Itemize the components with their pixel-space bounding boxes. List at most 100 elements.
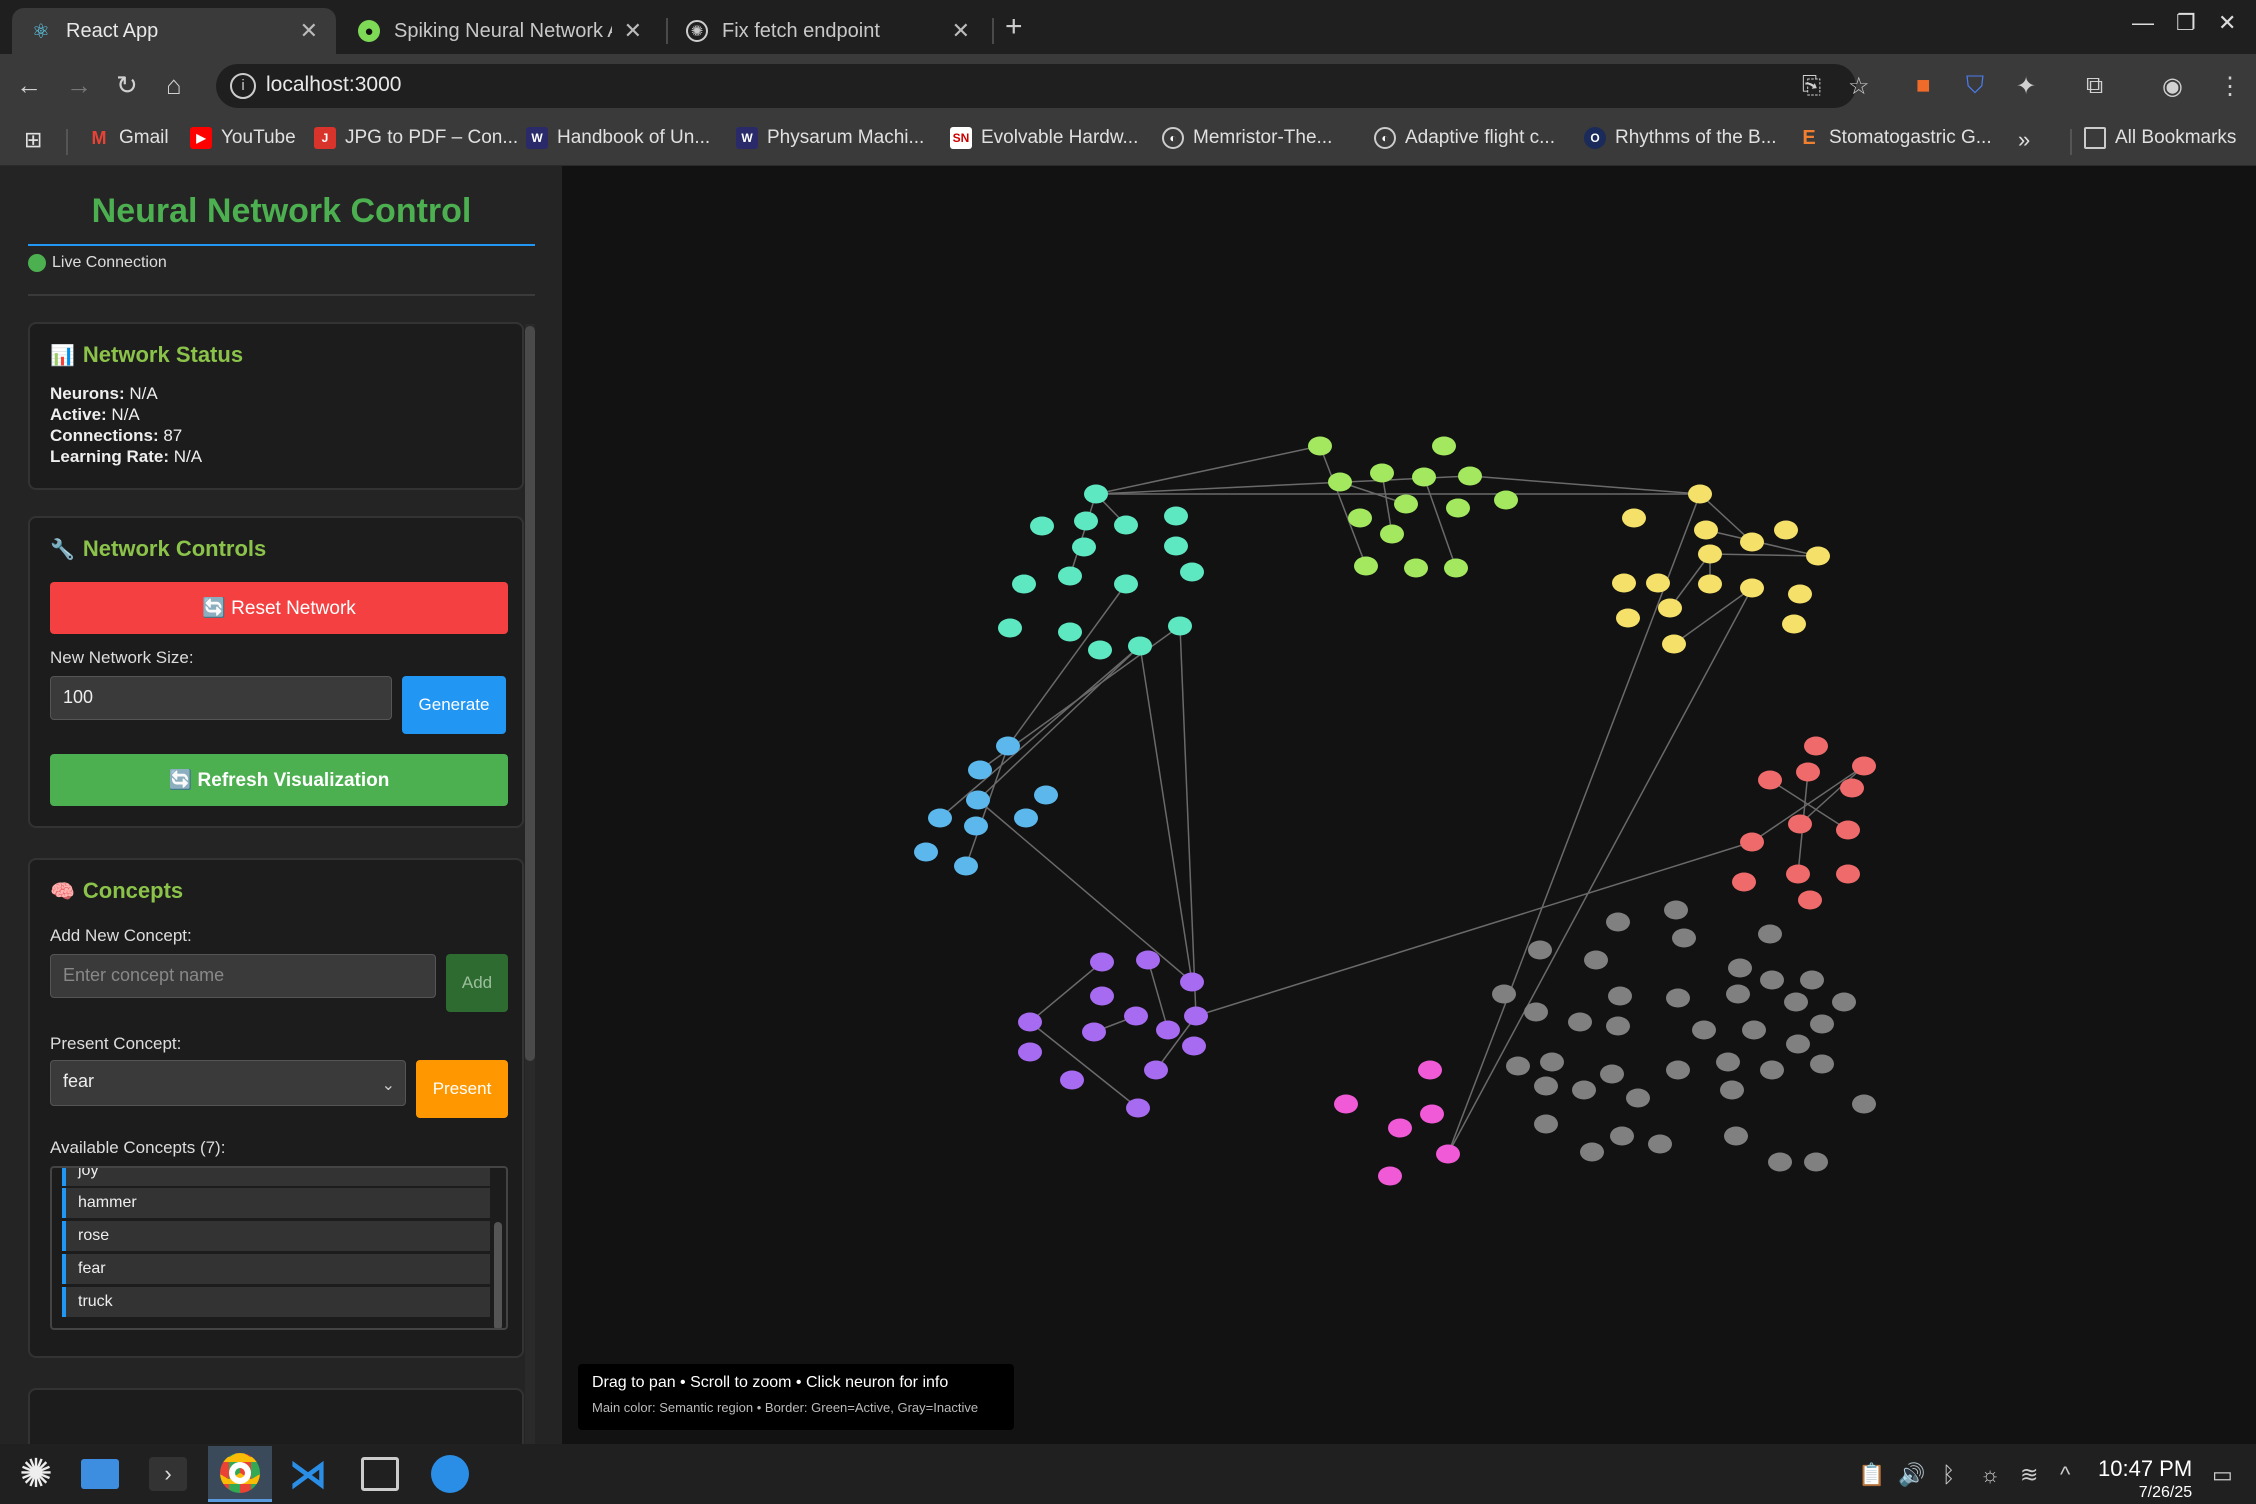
extension-icon[interactable]: ■ xyxy=(1916,72,1931,100)
neuron-red[interactable] xyxy=(1732,872,1756,892)
neuron-blue[interactable] xyxy=(1014,808,1038,828)
new-tab-icon[interactable]: + xyxy=(1005,10,1023,44)
neuron-pink[interactable] xyxy=(1418,1060,1442,1080)
profile-avatar-icon[interactable]: ◉ xyxy=(2162,72,2183,101)
neuron-lime[interactable] xyxy=(1308,436,1332,456)
neuron-purple[interactable] xyxy=(1090,952,1114,972)
extensions-puzzle-icon[interactable]: ✦ xyxy=(2016,72,2036,101)
neuron-gray[interactable] xyxy=(1672,928,1696,948)
neuron-gray[interactable] xyxy=(1726,984,1750,1004)
neuron-gray[interactable] xyxy=(1584,950,1608,970)
neuron-gray[interactable] xyxy=(1664,900,1688,920)
neuron-yellow[interactable] xyxy=(1788,584,1812,604)
neuron-red[interactable] xyxy=(1836,820,1860,840)
neuron-yellow[interactable] xyxy=(1698,574,1722,594)
neuron-gray[interactable] xyxy=(1600,1064,1624,1084)
neuron-lime[interactable] xyxy=(1370,463,1394,483)
neuron-purple[interactable] xyxy=(1082,1022,1106,1042)
neuron-blue[interactable] xyxy=(1034,785,1058,805)
neuron-red[interactable] xyxy=(1786,864,1810,884)
neuron-gray[interactable] xyxy=(1626,1088,1650,1108)
neuron-lime[interactable] xyxy=(1458,466,1482,486)
address-bar[interactable]: i localhost:3000 xyxy=(216,64,1856,108)
neuron-teal[interactable] xyxy=(1114,574,1138,594)
neuron-gray[interactable] xyxy=(1784,992,1808,1012)
browser-app-icon[interactable] xyxy=(418,1446,482,1502)
bookmark-jpg-to-pdf[interactable]: J JPG to PDF – Con... xyxy=(314,127,518,149)
neuron-gray[interactable] xyxy=(1572,1080,1596,1100)
neuron-red[interactable] xyxy=(1758,770,1782,790)
brightness-icon[interactable]: ☼ xyxy=(1980,1462,2000,1488)
neuron-lime[interactable] xyxy=(1328,472,1352,492)
neuron-gray[interactable] xyxy=(1810,1054,1834,1074)
neuron-red[interactable] xyxy=(1798,890,1822,910)
neuron-gray[interactable] xyxy=(1540,1052,1564,1072)
neuron-yellow[interactable] xyxy=(1698,544,1722,564)
restore-icon[interactable]: ❐ xyxy=(2176,10,2196,36)
neuron-gray[interactable] xyxy=(1568,1012,1592,1032)
neuron-teal[interactable] xyxy=(1030,516,1054,536)
neuron-blue[interactable] xyxy=(914,842,938,862)
neuron-gray[interactable] xyxy=(1606,1016,1630,1036)
neuron-red[interactable] xyxy=(1796,762,1820,782)
neuron-gray[interactable] xyxy=(1800,970,1824,990)
sidebar-scrollbar-thumb[interactable] xyxy=(525,326,535,1061)
neuron-teal[interactable] xyxy=(1180,562,1204,582)
neuron-purple[interactable] xyxy=(1136,950,1160,970)
neuron-blue[interactable] xyxy=(928,808,952,828)
bitwarden-icon[interactable]: ⛉ xyxy=(1966,72,1984,100)
neuron-teal[interactable] xyxy=(1128,636,1152,656)
neuron-blue[interactable] xyxy=(996,736,1020,756)
close-icon[interactable]: ✕ xyxy=(624,18,642,44)
all-bookmarks[interactable]: All Bookmarks xyxy=(2084,127,2236,149)
tab-search-icon[interactable]: ⧉ xyxy=(2086,72,2103,100)
neuron-red[interactable] xyxy=(1788,814,1812,834)
neuron-teal[interactable] xyxy=(1164,536,1188,556)
chrome-icon[interactable] xyxy=(208,1446,272,1502)
list-item[interactable]: truck xyxy=(62,1287,490,1317)
list-item[interactable]: hammer xyxy=(62,1188,490,1218)
tray-expand-icon[interactable]: ^ xyxy=(2060,1462,2070,1488)
tab-fix-fetch[interactable]: ✺ Fix fetch endpoint ✕ xyxy=(668,8,988,54)
neuron-gray[interactable] xyxy=(1804,1152,1828,1172)
neuron-yellow[interactable] xyxy=(1694,520,1718,540)
tab-spiking-api[interactable]: ● Spiking Neural Network API ✕ xyxy=(340,8,660,54)
neuron-gray[interactable] xyxy=(1534,1114,1558,1134)
neuron-gray[interactable] xyxy=(1758,924,1782,944)
neuron-yellow[interactable] xyxy=(1662,634,1686,654)
neuron-gray[interactable] xyxy=(1724,1126,1748,1146)
neuron-teal[interactable] xyxy=(1088,640,1112,660)
install-app-icon[interactable]: ⎘ xyxy=(1802,72,1821,100)
back-icon[interactable]: ← xyxy=(16,70,42,101)
bookmark-adaptive-flight[interactable]: ◐ Adaptive flight c... xyxy=(1374,127,1555,149)
site-info-icon[interactable]: i xyxy=(230,73,256,99)
close-icon[interactable]: ✕ xyxy=(300,18,318,44)
neuron-gray[interactable] xyxy=(1716,1052,1740,1072)
neuron-gray[interactable] xyxy=(1810,1014,1834,1034)
neuron-lime[interactable] xyxy=(1432,436,1456,456)
neuron-yellow[interactable] xyxy=(1612,573,1636,593)
neuron-yellow[interactable] xyxy=(1774,520,1798,540)
apps-grid-icon[interactable]: ⊞ xyxy=(24,127,42,153)
neuron-purple[interactable] xyxy=(1090,986,1114,1006)
reset-network-button[interactable]: 🔄 Reset Network xyxy=(50,582,508,634)
neuron-gray[interactable] xyxy=(1492,984,1516,1004)
bluetooth-icon[interactable]: ᛒ xyxy=(1942,1462,1955,1488)
concept-list[interactable]: joy hammer rose fear truck xyxy=(50,1166,508,1330)
neuron-teal[interactable] xyxy=(1072,537,1096,557)
bookmark-stomatogastric[interactable]: E Stomatogastric G... xyxy=(1798,127,1991,149)
neuron-yellow[interactable] xyxy=(1740,578,1764,598)
neuron-gray[interactable] xyxy=(1786,1034,1810,1054)
list-item[interactable]: joy xyxy=(62,1168,490,1186)
neuron-blue[interactable] xyxy=(968,760,992,780)
neuron-pink[interactable] xyxy=(1436,1144,1460,1164)
start-menu-icon[interactable]: ✺ xyxy=(4,1446,68,1502)
neuron-yellow[interactable] xyxy=(1622,508,1646,528)
reload-icon[interactable]: ↻ xyxy=(116,70,138,101)
list-item[interactable]: rose xyxy=(62,1221,490,1251)
volume-icon[interactable]: 🔊 xyxy=(1898,1462,1925,1488)
bookmark-star-icon[interactable]: ☆ xyxy=(1848,72,1870,101)
screenshot-tool-icon[interactable] xyxy=(348,1446,412,1502)
bookmarks-overflow-icon[interactable]: » xyxy=(2018,127,2030,153)
wifi-icon[interactable]: ≋ xyxy=(2020,1462,2038,1488)
